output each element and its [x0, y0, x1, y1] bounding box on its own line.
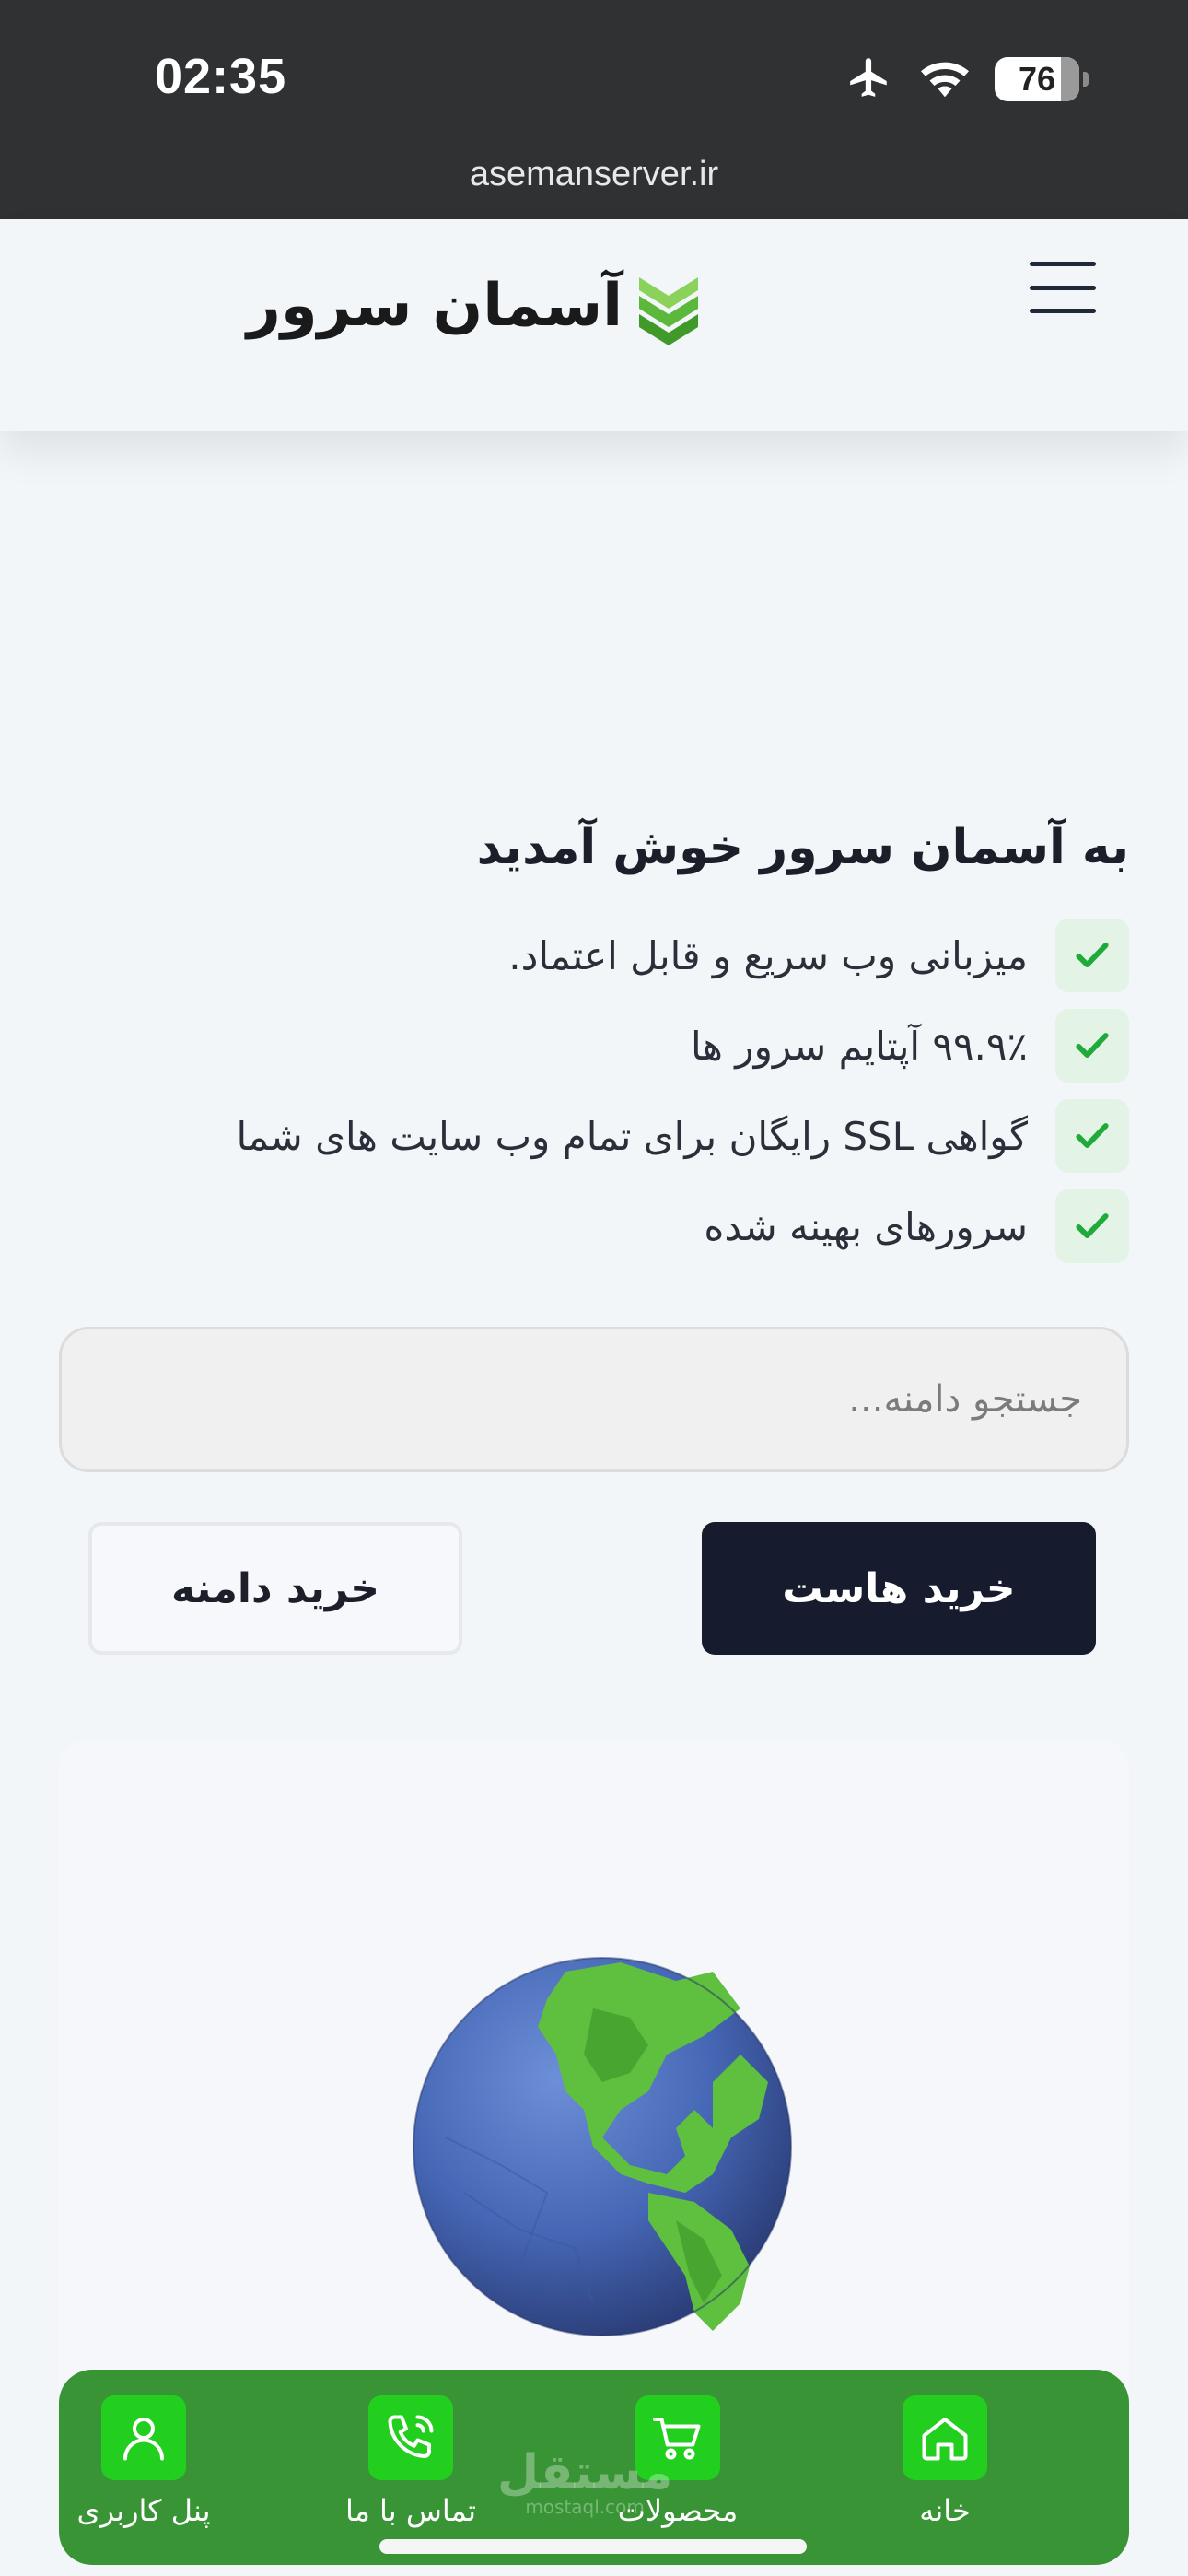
- menu-line: [1030, 309, 1096, 313]
- phone-icon: [368, 2395, 453, 2480]
- status-time: 02:35: [155, 49, 287, 104]
- feature-text: ۹۹.۹٪ آپتایم سرور ها: [691, 1023, 1028, 1069]
- nav-label: خانه: [919, 2493, 971, 2528]
- logo-text: آسمان سرور: [247, 272, 623, 340]
- feature-item: گواهی SSL رایگان برای تمام وب سایت های ش…: [59, 1091, 1129, 1181]
- check-icon: [1055, 1189, 1129, 1263]
- hamburger-menu-icon[interactable]: [1030, 262, 1096, 313]
- battery-percent: 76: [1018, 60, 1056, 98]
- feature-text: گواهی SSL رایگان برای تمام وب سایت های ش…: [236, 1113, 1028, 1159]
- address-bar-url[interactable]: asemanserver.ir: [0, 155, 1188, 194]
- page: 02:35 76 asemanserver.ir آسمان سرور به آ…: [0, 0, 1188, 2576]
- feature-item: میزبانی وب سریع و قابل اعتماد.: [59, 910, 1129, 1001]
- home-indicator[interactable]: [379, 2539, 807, 2554]
- status-icons: 76: [844, 53, 1089, 105]
- nav-item-user-panel[interactable]: پنل کاربری: [33, 2395, 254, 2528]
- user-icon: [101, 2395, 186, 2480]
- check-icon: [1055, 1009, 1129, 1083]
- globe-card: [59, 1741, 1129, 2423]
- site-logo[interactable]: آسمان سرور: [247, 260, 705, 352]
- battery-level: [1061, 57, 1079, 101]
- feature-item: سرورهای بهینه شده: [59, 1181, 1129, 1271]
- site-header: آسمان سرور: [0, 219, 1188, 431]
- feature-text: سرورهای بهینه شده: [704, 1203, 1028, 1249]
- buy-domain-button[interactable]: خرید دامنه: [88, 1522, 462, 1655]
- feature-list: میزبانی وب سریع و قابل اعتماد. ۹۹.۹٪ آپت…: [59, 910, 1129, 1271]
- nav-label: پنل کاربری: [76, 2493, 211, 2528]
- wifi-icon: [917, 56, 973, 102]
- chevrons-logo-icon: [639, 277, 699, 345]
- hero-title: به آسمان سرور خوش آمدید: [476, 820, 1129, 875]
- airplane-icon: [844, 54, 895, 104]
- watermark: مستقل mostaql.com: [497, 2449, 672, 2517]
- domain-search-input[interactable]: [59, 1327, 1129, 1472]
- feature-item: ۹۹.۹٪ آپتایم سرور ها: [59, 1001, 1129, 1091]
- feature-text: میزبانی وب سریع و قابل اعتماد.: [508, 932, 1028, 978]
- check-icon: [1055, 1099, 1129, 1173]
- globe-icon: [413, 1957, 792, 2336]
- home-icon: [903, 2395, 987, 2480]
- watermark-ar: مستقل: [497, 2445, 673, 2500]
- menu-line: [1030, 285, 1096, 290]
- nav-item-contact[interactable]: تماس با ما: [300, 2395, 521, 2528]
- buy-host-button[interactable]: خرید هاست: [702, 1522, 1096, 1655]
- domain-search: [59, 1327, 1129, 1472]
- nav-item-home[interactable]: خانه: [834, 2395, 1055, 2528]
- nav-label: تماس با ما: [344, 2493, 477, 2528]
- hero-section: به آسمان سرور خوش آمدید میزبانی وب سریع …: [59, 820, 1129, 1271]
- battery-icon: 76: [995, 57, 1089, 101]
- status-bar: 02:35 76 asemanserver.ir: [0, 0, 1188, 219]
- check-icon: [1055, 919, 1129, 992]
- menu-line: [1030, 262, 1096, 266]
